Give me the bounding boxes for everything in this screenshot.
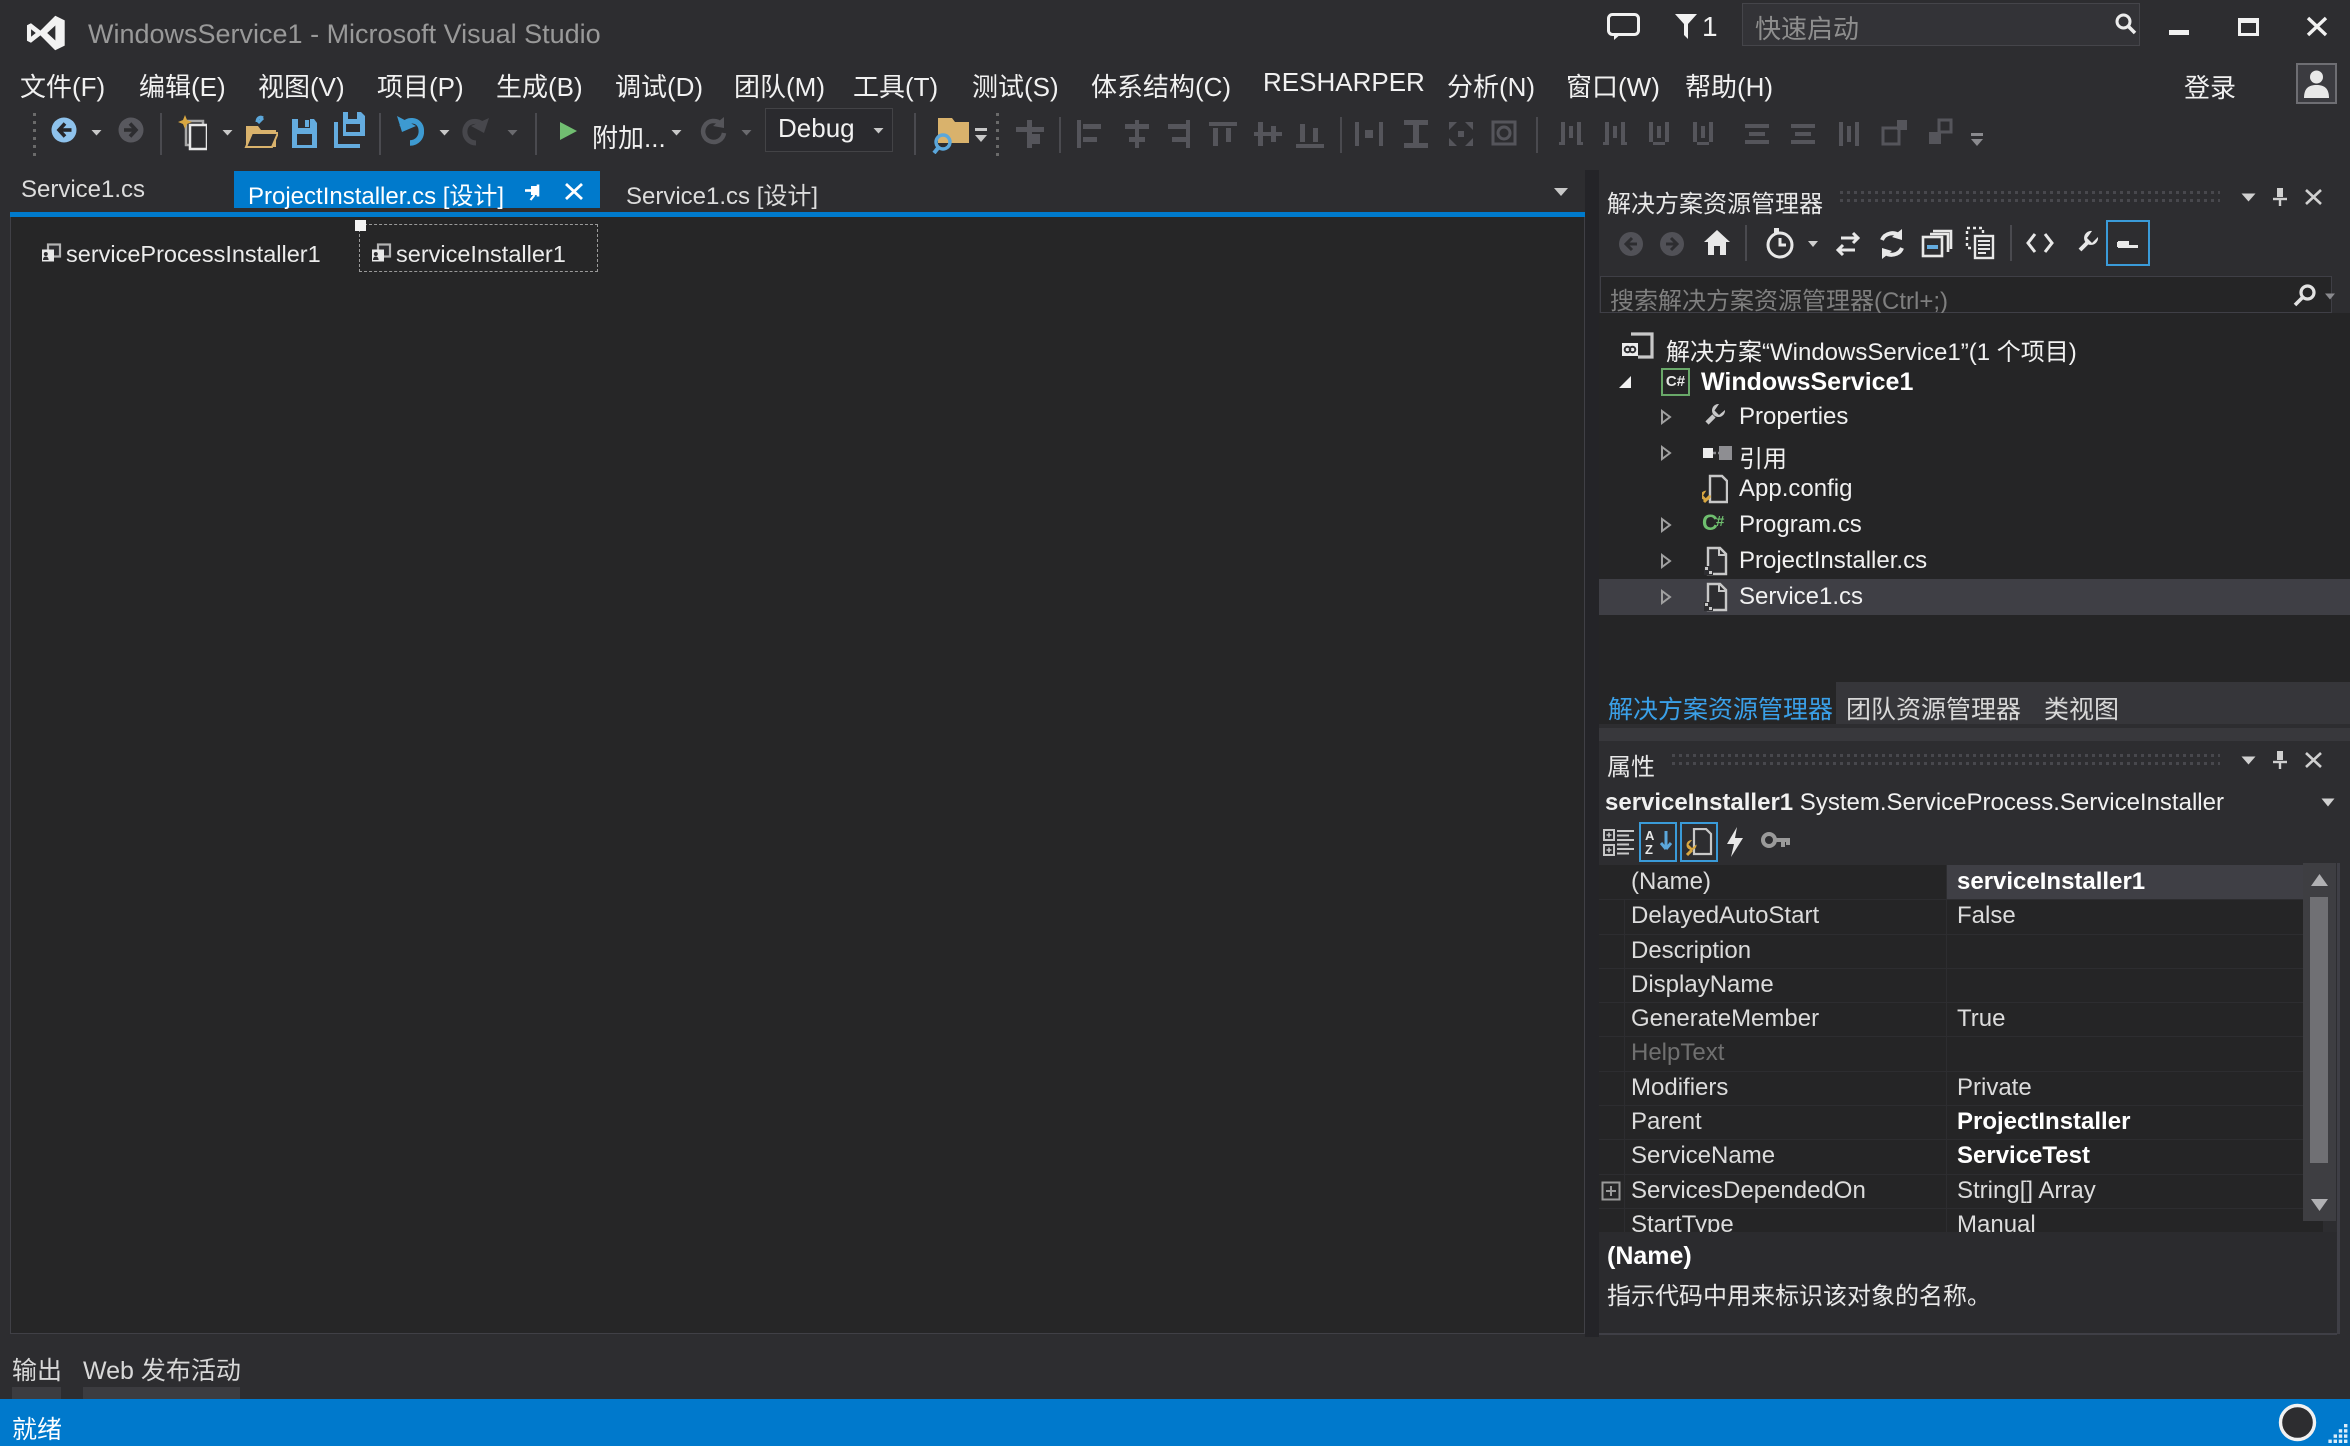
svg-text:#: # [1716, 513, 1725, 530]
svg-text:Z: Z [1645, 842, 1653, 857]
svg-text:A: A [1645, 828, 1655, 843]
